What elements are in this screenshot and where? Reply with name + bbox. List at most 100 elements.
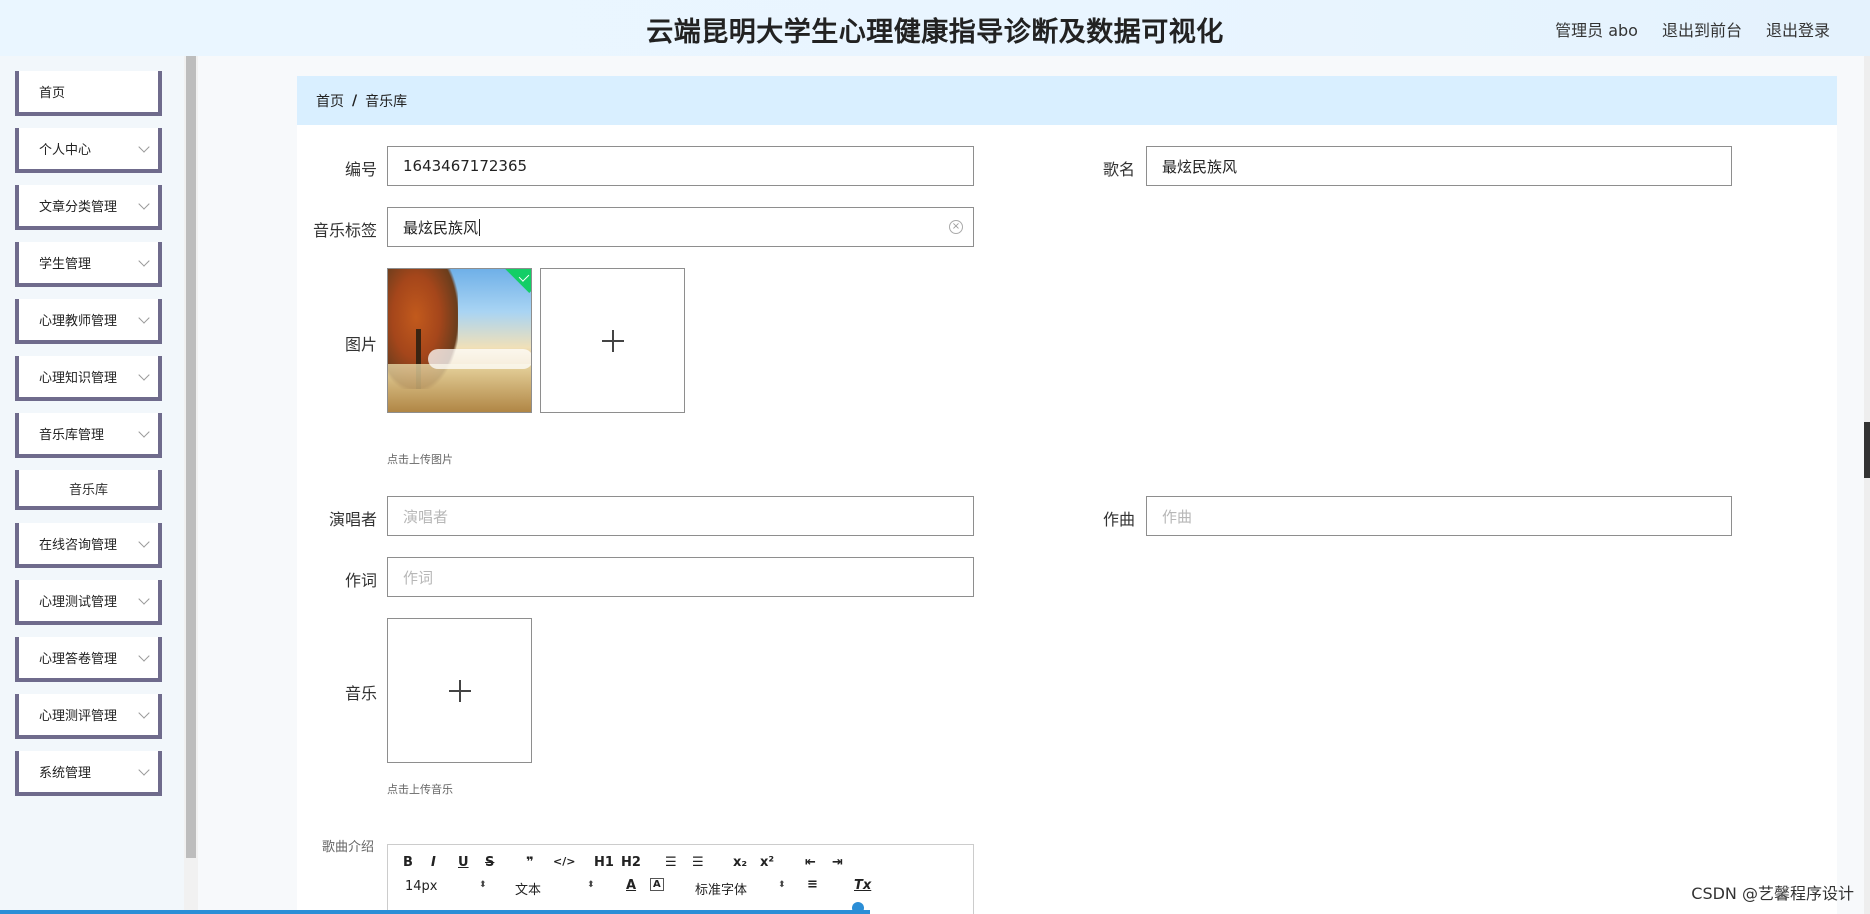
music-label: 音乐 bbox=[344, 684, 377, 703]
h1-button[interactable]: H1 bbox=[594, 855, 614, 870]
sidebar-item-label: 在线咨询管理 bbox=[39, 538, 118, 553]
sidebar-item-label: 心理测评管理 bbox=[39, 709, 118, 724]
font-updown-icon: ⬍ bbox=[778, 880, 786, 890]
sidebar-item-label: 心理知识管理 bbox=[39, 371, 118, 386]
singer-label: 演唱者 bbox=[328, 510, 377, 529]
sidebar-subitem-music[interactable]: 音乐库 bbox=[15, 470, 162, 510]
chevron-down-icon bbox=[138, 312, 150, 324]
italic-button[interactable]: I bbox=[431, 855, 436, 870]
chevron-down-icon bbox=[138, 764, 150, 776]
horizontal-scroll-track[interactable] bbox=[0, 910, 870, 914]
size-updown-icon: ⬍ bbox=[479, 880, 487, 890]
breadcrumb-current: 音乐库 bbox=[365, 93, 408, 110]
singer-placeholder: 演唱者 bbox=[403, 507, 449, 526]
sidebar-item-knowledge[interactable]: 心理知识管理 bbox=[15, 356, 162, 401]
outdent-icon[interactable]: ⇤ bbox=[805, 855, 816, 870]
code-icon[interactable]: </> bbox=[553, 855, 575, 868]
sidebar-item-label: 首页 bbox=[39, 86, 66, 101]
sidebar-item-answers[interactable]: 心理答卷管理 bbox=[15, 637, 162, 682]
to-front-link[interactable]: 退出到前台 bbox=[1662, 17, 1742, 41]
lyricist-label: 作词 bbox=[344, 571, 377, 590]
sidebar-item-home[interactable]: 首页 bbox=[15, 71, 162, 116]
tag-input[interactable]: 最炫民族风 × bbox=[387, 207, 974, 247]
font-size-select[interactable]: 14px bbox=[405, 879, 438, 894]
clear-format-icon[interactable]: Tx bbox=[854, 878, 871, 893]
sidebar-item-article-category[interactable]: 文章分类管理 bbox=[15, 185, 162, 230]
sidebar-item-label: 心理测试管理 bbox=[39, 595, 118, 610]
format-select[interactable]: 文本 bbox=[515, 879, 541, 898]
superscript-button[interactable]: x² bbox=[760, 855, 774, 870]
sidebar-item-teachers[interactable]: 心理教师管理 bbox=[15, 299, 162, 344]
page-scroll-thumb[interactable] bbox=[1864, 422, 1870, 478]
music-upload-hint: 点击上传音乐 bbox=[387, 783, 453, 796]
ordered-list-icon[interactable]: ☰ bbox=[665, 855, 677, 870]
font-family-select[interactable]: 标准字体 bbox=[695, 879, 747, 898]
sidebar-scroll-thumb[interactable] bbox=[186, 56, 196, 858]
thumbnail-water bbox=[388, 364, 531, 412]
plus-icon-stem bbox=[458, 679, 461, 702]
sidebar-item-personal[interactable]: 个人中心 bbox=[15, 128, 162, 173]
bold-button[interactable]: B bbox=[403, 855, 413, 870]
clear-icon[interactable]: × bbox=[949, 220, 963, 234]
song-name-label: 歌名 bbox=[1102, 160, 1135, 179]
chevron-down-icon bbox=[138, 650, 150, 662]
intro-label: 歌曲介绍 bbox=[321, 840, 374, 855]
quote-icon[interactable]: ❞ bbox=[526, 855, 534, 870]
rich-text-editor[interactable]: B I U S ❞ </> H1 H2 ☰ ☰ x₂ x² ⇤ ⇥ 14px ⬍… bbox=[387, 844, 974, 914]
sidebar-item-consult[interactable]: 在线咨询管理 bbox=[15, 523, 162, 568]
sidebar-item-students[interactable]: 学生管理 bbox=[15, 242, 162, 287]
indent-icon[interactable]: ⇥ bbox=[832, 855, 843, 870]
horizontal-scroll-handle[interactable] bbox=[852, 902, 864, 914]
sidebar-item-label: 音乐库管理 bbox=[39, 428, 105, 443]
image-upload-button[interactable] bbox=[540, 268, 685, 413]
uploaded-image-thumbnail[interactable] bbox=[387, 268, 532, 413]
chevron-down-icon bbox=[138, 593, 150, 605]
sidebar-item-label: 系统管理 bbox=[39, 766, 92, 781]
chevron-down-icon bbox=[138, 426, 150, 438]
lyricist-placeholder: 作词 bbox=[403, 568, 434, 587]
music-upload-button[interactable] bbox=[387, 618, 532, 763]
underline-button[interactable]: U bbox=[458, 855, 469, 870]
upload-success-badge bbox=[500, 269, 531, 294]
sidebar-item-label: 学生管理 bbox=[39, 257, 92, 272]
font-color-icon[interactable]: A bbox=[626, 878, 636, 893]
tag-label: 音乐标签 bbox=[312, 221, 377, 240]
subscript-button[interactable]: x₂ bbox=[733, 855, 747, 870]
composer-input[interactable]: 作曲 bbox=[1146, 496, 1732, 536]
background-color-icon[interactable]: A bbox=[650, 878, 664, 891]
sidebar-scrollbar[interactable] bbox=[184, 56, 198, 914]
song-name-input[interactable]: 最炫民族风 bbox=[1146, 146, 1732, 186]
number-input[interactable]: 1643467172365 bbox=[387, 146, 974, 186]
sidebar-item-system[interactable]: 系统管理 bbox=[15, 751, 162, 796]
chevron-down-icon bbox=[138, 707, 150, 719]
watermark-text: CSDN @艺馨程序设计 bbox=[1691, 884, 1854, 903]
image-upload-hint: 点击上传图片 bbox=[387, 453, 453, 466]
lyricist-input[interactable]: 作词 bbox=[387, 557, 974, 597]
sidebar-item-assessment[interactable]: 心理测评管理 bbox=[15, 694, 162, 739]
tag-value: 最炫民族风 bbox=[403, 218, 479, 237]
bullet-list-icon[interactable]: ☰ bbox=[692, 855, 704, 870]
format-updown-icon: ⬍ bbox=[587, 880, 595, 890]
plus-icon-stem bbox=[611, 329, 614, 352]
h2-button[interactable]: H2 bbox=[621, 855, 641, 870]
page-scrollbar[interactable] bbox=[1864, 56, 1870, 914]
align-icon[interactable]: ≡ bbox=[807, 877, 818, 892]
strike-button[interactable]: S bbox=[485, 855, 494, 870]
number-label: 编号 bbox=[344, 160, 377, 179]
sidebar-item-label: 心理答卷管理 bbox=[39, 652, 118, 667]
sidebar-item-music-library[interactable]: 音乐库管理 bbox=[15, 413, 162, 458]
header-actions: 管理员 abo 退出到前台 退出登录 bbox=[1555, 17, 1830, 41]
singer-input[interactable]: 演唱者 bbox=[387, 496, 974, 536]
sidebar-item-test[interactable]: 心理测试管理 bbox=[15, 580, 162, 625]
chevron-down-icon bbox=[138, 369, 150, 381]
logout-link[interactable]: 退出登录 bbox=[1766, 17, 1830, 41]
chevron-down-icon bbox=[138, 536, 150, 548]
number-value: 1643467172365 bbox=[403, 157, 528, 175]
form-panel bbox=[297, 76, 1837, 914]
composer-label: 作曲 bbox=[1102, 510, 1135, 529]
chevron-down-icon bbox=[138, 141, 150, 153]
breadcrumb-home[interactable]: 首页 bbox=[316, 91, 344, 111]
breadcrumb: 首页 / 音乐库 bbox=[297, 76, 1837, 125]
sidebar: 首页 个人中心 文章分类管理 学生管理 心理教师管理 心理知识管理 音乐库管理 … bbox=[0, 56, 186, 914]
breadcrumb-separator: / bbox=[352, 92, 358, 109]
